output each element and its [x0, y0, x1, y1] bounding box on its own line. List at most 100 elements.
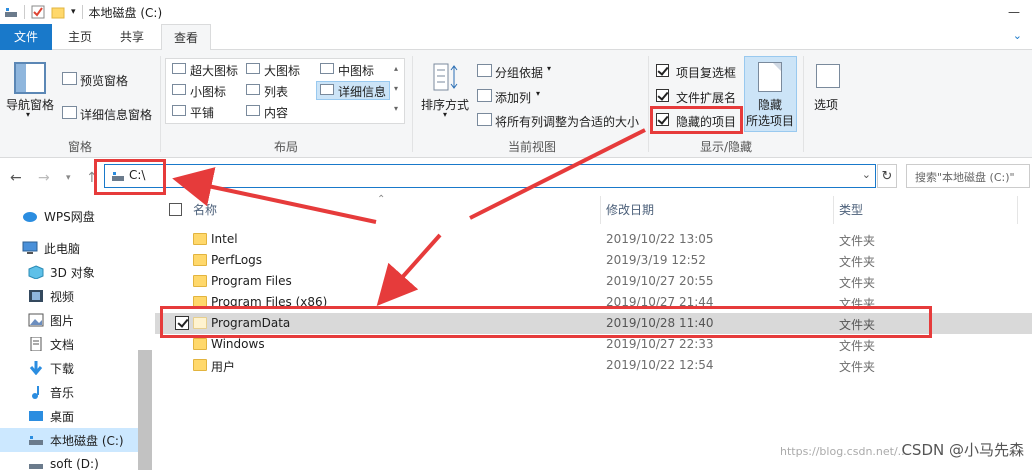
hide-selected-label-line1: 隐藏 [758, 98, 783, 112]
column-header-type[interactable]: 类型 [839, 196, 863, 224]
layout-large[interactable]: 大图标 [264, 62, 300, 79]
video-icon [28, 289, 44, 303]
layout-tiles[interactable]: 平铺 [190, 104, 214, 121]
layout-small[interactable]: 小图标 [190, 83, 226, 100]
table-row[interactable]: PerfLogs 2019/3/19 12:52 文件夹 [155, 250, 1032, 271]
table-row[interactable]: 用户 2019/10/22 12:54 文件夹 [155, 355, 1032, 376]
file-type: 文件夹 [839, 360, 876, 374]
drive-icon [28, 457, 44, 470]
sidebar-item-3d-objects[interactable]: 3D 对象 [0, 260, 155, 284]
search-input[interactable]: 搜索"本地磁盘 (C:)" [906, 164, 1030, 188]
sidebar-item-downloads[interactable]: 下载 [0, 356, 155, 380]
folder-icon [193, 254, 207, 266]
sidebar-item-desktop[interactable]: 桌面 [0, 404, 155, 428]
group-label-layout: 布局 [273, 140, 298, 154]
divider [600, 196, 601, 224]
table-row[interactable]: Intel 2019/10/22 13:05 文件夹 [155, 229, 1032, 250]
forward-arrow-icon[interactable]: → [38, 170, 50, 186]
chevron-down-icon: ▾ [536, 89, 541, 98]
details-pane-button[interactable]: 详细信息窗格 [80, 106, 152, 123]
preview-pane-button[interactable]: 预览窗格 [80, 72, 128, 89]
divider [1017, 196, 1018, 224]
sidebar-item-label: 本地磁盘 (C:) [50, 433, 124, 448]
group-by-button[interactable]: 分组依据 [495, 64, 543, 81]
ribbon-view: 导航窗格 ▾ 预览窗格 详细信息窗格 窗格 超大图标 大图标 中图标 小图标 列… [0, 50, 1032, 158]
layout-extra-large[interactable]: 超大图标 [190, 62, 238, 79]
hide-selected-icon [758, 62, 782, 92]
sidebar-item-soft-d[interactable]: soft (D:) [0, 452, 155, 470]
layout-medium[interactable]: 中图标 [338, 62, 374, 79]
medium-icons-icon [320, 63, 334, 74]
annotation-box-hidden-items [650, 106, 743, 134]
size-all-columns-button[interactable]: 将所有列调整为合适的大小 [495, 113, 639, 130]
annotation-box-programdata [160, 306, 932, 338]
minimize-button[interactable]: — [996, 0, 1032, 24]
file-date: 2019/3/19 12:52 [606, 253, 706, 267]
pictures-icon [28, 313, 44, 327]
sidebar-item-pictures[interactable]: 图片 [0, 308, 155, 332]
large-icons-icon [246, 63, 260, 74]
add-column-icon [477, 89, 492, 102]
gallery-scroll-up-icon[interactable]: ▴ [394, 64, 398, 73]
group-label-panes: 窗格 [67, 140, 92, 154]
navigation-pane-icon[interactable] [14, 62, 46, 94]
layout-details[interactable]: 详细信息 [338, 83, 386, 100]
sidebar-item-music[interactable]: 音乐 [0, 380, 155, 404]
file-name: PerfLogs [211, 253, 263, 267]
column-header-modified[interactable]: 修改日期 [606, 196, 654, 224]
download-icon [28, 361, 44, 376]
expand-ribbon-icon[interactable]: ⌄ [1013, 29, 1022, 42]
quick-access-toolbar: ▾ [0, 5, 83, 19]
file-name: Intel [211, 232, 238, 246]
divider [412, 56, 413, 152]
gallery-more-icon[interactable]: ▾ [394, 104, 398, 113]
divider [24, 5, 25, 19]
add-column-button[interactable]: 添加列 [495, 89, 531, 106]
file-extensions-checkbox[interactable] [656, 89, 669, 102]
sidebar-scrollbar[interactable] [138, 350, 152, 470]
column-header-name[interactable]: 名称 [193, 196, 217, 224]
tab-home[interactable]: 主页 [60, 24, 100, 50]
file-extensions-label: 文件扩展名 [676, 91, 737, 105]
sidebar-item-videos[interactable]: 视频 [0, 284, 155, 308]
group-label-show-hide: 显示/隐藏 [699, 140, 753, 154]
file-date: 2019/10/27 20:55 [606, 274, 714, 288]
sidebar-item-this-pc[interactable]: 此电脑 [0, 236, 155, 260]
new-folder-icon[interactable] [51, 5, 65, 19]
customize-dropdown-icon[interactable]: ▾ [71, 7, 76, 17]
back-arrow-icon[interactable]: ← [10, 170, 22, 186]
address-bar[interactable]: C:\ ⌄ [104, 164, 876, 188]
table-row[interactable]: Program Files 2019/10/27 20:55 文件夹 [155, 271, 1032, 292]
refresh-button[interactable]: ↻ [877, 164, 897, 188]
content-icon [246, 105, 260, 116]
options-button[interactable]: 选项 [814, 96, 838, 113]
recent-locations-icon[interactable]: ▾ [66, 173, 71, 183]
cloud-icon [22, 209, 38, 223]
sidebar-item-local-disk-c[interactable]: 本地磁盘 (C:) [0, 428, 138, 452]
small-icons-icon [172, 84, 186, 95]
item-checkboxes-checkbox[interactable] [656, 64, 669, 77]
sidebar-item-documents[interactable]: 文档 [0, 332, 155, 356]
chevron-down-icon: ▾ [443, 110, 448, 119]
documents-icon [28, 336, 44, 352]
watermark-url: https://blog.csdn.net/... [780, 445, 909, 458]
sidebar-item-wps[interactable]: WPS网盘 [0, 204, 155, 228]
3d-objects-icon [28, 265, 44, 280]
layout-list[interactable]: 列表 [264, 83, 288, 100]
sidebar-item-label: soft (D:) [50, 457, 99, 470]
tab-view[interactable]: 查看 [161, 24, 211, 51]
file-name: Windows [211, 337, 265, 351]
layout-content[interactable]: 内容 [264, 104, 288, 121]
properties-icon[interactable] [31, 5, 45, 19]
details-icon [320, 84, 334, 95]
select-all-checkbox[interactable] [169, 203, 182, 216]
divider [803, 56, 804, 152]
tab-file[interactable]: 文件 [0, 24, 52, 50]
address-dropdown-icon[interactable]: ⌄ [862, 168, 871, 181]
sort-ascending-icon: ⌃ [377, 194, 386, 205]
file-date: 2019/10/22 13:05 [606, 232, 714, 246]
tab-share[interactable]: 共享 [112, 24, 152, 50]
sidebar-item-label: WPS网盘 [44, 209, 95, 224]
gallery-scroll-down-icon[interactable]: ▾ [394, 84, 398, 93]
file-date: 2019/10/27 22:33 [606, 337, 714, 351]
